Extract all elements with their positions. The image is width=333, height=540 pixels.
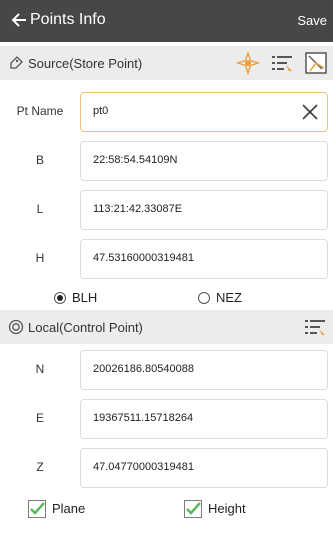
title-bar: Points Info Save <box>0 0 333 42</box>
pt-name-label: Pt Name <box>16 104 64 118</box>
clear-icon[interactable] <box>301 103 319 121</box>
n-label: N <box>35 362 45 376</box>
page-title: Points Info <box>30 11 106 28</box>
plane-label[interactable]: Plane <box>52 501 85 516</box>
z-label: Z <box>36 460 44 474</box>
b-label: B <box>35 153 44 167</box>
plane-checkbox[interactable] <box>28 500 46 518</box>
radio-selected-dot <box>57 295 63 301</box>
n-row: N 20026186.80540088 <box>0 348 333 394</box>
source-section-title: Source(Store Point) <box>28 56 143 71</box>
b-row: B 22:58:54.54109N <box>0 139 333 185</box>
local-section-header: Local(Control Point) <box>0 310 333 344</box>
back-arrow-icon[interactable] <box>10 10 28 30</box>
local-section-title: Local(Control Point) <box>28 320 143 335</box>
source-section-header: Source(Store Point) <box>0 46 333 80</box>
checkmark-icon <box>186 502 201 515</box>
z-value: 47.04770000319481 <box>93 461 194 473</box>
l-value: 113:21:42.33087E <box>93 203 183 215</box>
h-label: H <box>35 251 45 265</box>
b-value: 22:58:54.54109N <box>93 154 178 166</box>
e-row: E 19367511.15718264 <box>0 397 333 443</box>
checkmark-icon <box>30 502 45 515</box>
pt-name-value: pt0 <box>93 105 109 117</box>
map-select-icon[interactable] <box>304 51 328 75</box>
point-list-icon[interactable] <box>304 317 326 337</box>
z-input[interactable]: 47.04770000319481 <box>80 448 328 488</box>
target-circle-icon <box>8 319 24 335</box>
n-value: 20026186.80540088 <box>93 363 194 375</box>
e-value: 19367511.15718264 <box>93 412 194 424</box>
tag-icon <box>10 56 23 69</box>
nez-radio[interactable] <box>198 292 210 304</box>
h-row: H 47.53160000319481 <box>0 237 333 283</box>
h-input[interactable]: 47.53160000319481 <box>80 239 328 279</box>
height-checkbox[interactable] <box>184 500 202 518</box>
e-label: E <box>35 411 44 425</box>
e-input[interactable]: 19367511.15718264 <box>80 399 328 439</box>
locate-target-icon[interactable] <box>236 51 260 75</box>
n-input[interactable]: 20026186.80540088 <box>80 350 328 390</box>
save-button[interactable]: Save <box>297 13 327 28</box>
b-input[interactable]: 22:58:54.54109N <box>80 141 328 181</box>
h-value: 47.53160000319481 <box>93 252 194 264</box>
blh-label[interactable]: BLH <box>72 290 97 305</box>
l-row: L 113:21:42.33087E <box>0 188 333 234</box>
blh-radio[interactable] <box>54 292 66 304</box>
z-row: Z 47.04770000319481 <box>0 446 333 492</box>
height-label[interactable]: Height <box>208 501 246 516</box>
pt-name-input[interactable]: pt0 <box>80 92 328 132</box>
l-label: L <box>36 202 44 216</box>
l-input[interactable]: 113:21:42.33087E <box>80 190 328 230</box>
point-list-icon[interactable] <box>271 53 293 73</box>
pt-name-row: Pt Name pt0 <box>0 90 333 136</box>
nez-label[interactable]: NEZ <box>216 290 242 305</box>
